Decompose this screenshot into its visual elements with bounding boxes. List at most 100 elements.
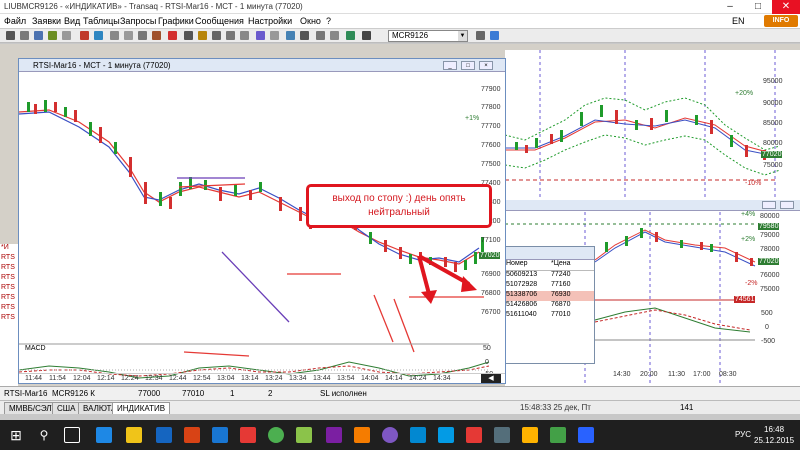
chevron-down-icon[interactable]: ▼ [458, 31, 467, 41]
input-language[interactable]: РУС [735, 430, 751, 439]
onenote-icon[interactable] [326, 427, 342, 443]
table-row[interactable]: 51426806 76870 [504, 301, 594, 311]
maximize-button[interactable]: □ [744, 0, 772, 14]
tab-usa[interactable]: США [52, 402, 81, 414]
hourly-price-label: 76000 [760, 272, 780, 279]
chart-icon[interactable] [124, 31, 133, 40]
stop-sign-icon[interactable] [168, 31, 177, 40]
skype-icon[interactable] [410, 427, 426, 443]
menu-file[interactable]: Файл [4, 16, 26, 26]
money-icon[interactable] [198, 31, 207, 40]
candles-icon[interactable] [226, 31, 235, 40]
terminal-pin-icon[interactable] [240, 427, 256, 443]
menu-view[interactable]: Вид [64, 16, 80, 26]
chart-close-button[interactable]: × [479, 61, 493, 70]
menu-charts[interactable]: Графики [158, 16, 194, 26]
info-button[interactable]: INFO [764, 15, 798, 27]
buy-icon[interactable] [80, 31, 89, 40]
save-icon[interactable] [300, 31, 309, 40]
windows-taskbar: ⊞ ⚲ РУС 16:48 25.12.2015 [0, 420, 800, 450]
language-switch[interactable]: EN [732, 16, 745, 26]
telegram-icon[interactable] [438, 427, 454, 443]
chrome-icon[interactable] [268, 427, 284, 443]
menu-messages[interactable]: Сообщения [195, 16, 244, 26]
table-row[interactable]: 51338706 76930 [504, 291, 594, 301]
minimize-button[interactable]: – [716, 0, 744, 14]
app-icon[interactable] [494, 427, 510, 443]
link-icon[interactable] [476, 31, 485, 40]
menu-settings[interactable]: Настройки [248, 16, 292, 26]
tab-indicative[interactable]: ИНДИКАТИВ [112, 402, 171, 414]
clock-time: 16:48 [764, 425, 785, 434]
close-button[interactable]: ✕ [772, 0, 800, 14]
menu-help[interactable]: ? [326, 16, 331, 26]
menu-window[interactable]: Окно [300, 16, 321, 26]
table-icon[interactable] [110, 31, 119, 40]
video-icon[interactable] [184, 427, 200, 443]
price-chart-svg[interactable] [19, 72, 505, 384]
time-tick: 14:14 [385, 375, 403, 382]
table-row[interactable]: 51611040 77010 [504, 311, 594, 321]
print-icon[interactable] [316, 31, 325, 40]
windows-start-icon[interactable]: ⊞ [8, 427, 24, 443]
refresh-icon[interactable] [346, 31, 355, 40]
mail-icon[interactable] [212, 427, 228, 443]
viber-icon[interactable] [382, 427, 398, 443]
search-icon[interactable]: ⚲ [36, 427, 52, 443]
macd-level: 0 [485, 359, 489, 366]
current-price-label: 77020 [479, 252, 501, 259]
add-chart-icon[interactable] [490, 31, 499, 40]
transaq-icon[interactable] [466, 427, 482, 443]
hourly-pct-label: +4% [741, 211, 756, 218]
daily-price-label: 80000 [763, 140, 783, 147]
chart-minimize-button[interactable]: _ [443, 61, 457, 70]
sum-icon[interactable] [184, 31, 193, 40]
indicator-icon[interactable] [256, 31, 265, 40]
background-table-strip: *И RTS RTS RTS RTS RTS RTS RTS [0, 244, 18, 400]
ticker-select[interactable]: MCR9126 ▼ [388, 30, 468, 42]
crosshair-icon[interactable] [20, 31, 29, 40]
price-tick: 76800 [481, 290, 501, 297]
calculator-icon[interactable] [296, 427, 312, 443]
stop-icon[interactable] [152, 31, 161, 40]
explorer-icon[interactable] [126, 427, 142, 443]
hourly-time-label: 08:30 [719, 371, 737, 378]
menu-queries[interactable]: Запросы [120, 16, 156, 26]
settings-icon[interactable] [270, 31, 279, 40]
daily-price-label: 95000 [763, 78, 783, 85]
word-icon[interactable] [578, 427, 594, 443]
hourly-price-label: 78000 [760, 246, 780, 253]
menu-orders[interactable]: Заявки [32, 16, 61, 26]
orders-icon[interactable] [138, 31, 147, 40]
lock-icon[interactable] [362, 31, 371, 40]
strip-row: RTS [1, 254, 15, 261]
menu-tables[interactable]: Таблицы [83, 16, 120, 26]
new-window-icon[interactable] [286, 31, 295, 40]
excel-icon[interactable] [550, 427, 566, 443]
chart-window-titlebar[interactable]: RTSI-Mar16 - МСТ - 1 минута (77020) _ □ … [19, 59, 505, 72]
price-tick: 77500 [481, 161, 501, 168]
status-qty2: 2 [268, 389, 273, 398]
edge-icon[interactable] [96, 427, 112, 443]
time-tick: 13:34 [289, 375, 307, 382]
clock[interactable]: 16:48 25.12.2015 [754, 424, 794, 446]
chart-maximize-button[interactable]: □ [461, 61, 475, 70]
scroll-end-button[interactable]: ◀ [481, 374, 501, 383]
store-icon[interactable] [156, 427, 172, 443]
grid-icon[interactable] [212, 31, 221, 40]
table-row[interactable]: 50609213 77240 [504, 271, 594, 281]
sell-icon[interactable] [94, 31, 103, 40]
line-tool-icon[interactable] [48, 31, 57, 40]
notes-icon[interactable] [354, 427, 370, 443]
column-header-number[interactable]: Номер [504, 260, 549, 270]
time-tick: 12:14 [97, 375, 115, 382]
cursor-icon[interactable] [6, 31, 15, 40]
list-icon[interactable] [330, 31, 339, 40]
table-row[interactable]: 51072928 77160 [504, 281, 594, 291]
bars-icon[interactable] [240, 31, 249, 40]
column-header-price[interactable]: *Цена [549, 260, 594, 270]
folder-icon[interactable] [522, 427, 538, 443]
text-tool-icon[interactable] [62, 31, 71, 40]
zoom-icon[interactable] [34, 31, 43, 40]
task-view-icon[interactable] [64, 427, 80, 443]
